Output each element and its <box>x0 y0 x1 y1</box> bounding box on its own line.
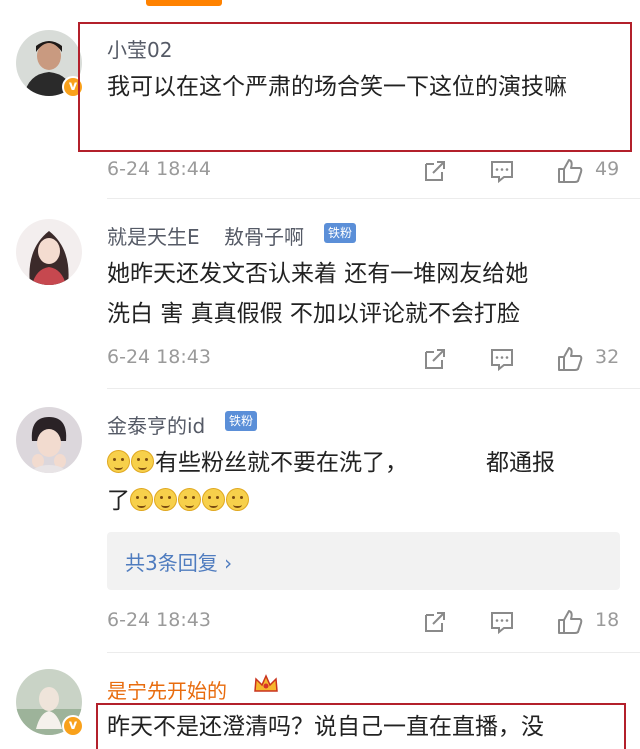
comment-text: 昨天不是还澄清吗？说自己一直在直播，没 <box>107 714 544 740</box>
emoji-icon <box>107 450 130 473</box>
comment-text-line: 洗白 害 真真假假 不加以评论就不会打脸 <box>107 301 520 327</box>
like-icon[interactable] <box>555 344 585 374</box>
comment-icon[interactable] <box>487 156 517 186</box>
comment-meta: 6-24 18:44 49 <box>107 156 622 186</box>
comment-text-line: 了 <box>107 482 622 520</box>
emoji-icon <box>131 450 154 473</box>
emoji-icon <box>130 488 153 511</box>
comment-item: v 是宁先开始的 昨天不是还澄清吗？说自己一直在直播，没 <box>0 653 640 749</box>
comment-icon[interactable] <box>487 607 517 637</box>
username[interactable]: 是宁先开始的 <box>107 675 227 704</box>
crown-icon <box>254 674 278 692</box>
username[interactable]: 就是天生E <box>107 221 200 250</box>
comment-text-tail: 都通报 <box>486 450 555 476</box>
comment-text: 了 <box>107 488 130 514</box>
divider <box>107 388 640 389</box>
timestamp: 6-24 18:43 <box>107 346 211 368</box>
view-replies-link[interactable]: 共3条回复 › <box>125 547 232 576</box>
comment-text: 有些粉丝就不要在洗了， <box>155 450 408 476</box>
replies-box[interactable]: 共3条回复 › <box>107 532 620 590</box>
like-icon[interactable] <box>555 156 585 186</box>
like-count: 49 <box>595 158 620 180</box>
share-icon[interactable] <box>420 156 450 186</box>
verified-icon: v <box>62 715 84 737</box>
fan-badge: 铁粉 <box>324 223 357 243</box>
like-count: 18 <box>595 609 620 631</box>
comment-icon[interactable] <box>487 344 517 374</box>
username[interactable]: 金泰亨的id <box>107 410 205 439</box>
username-tail[interactable]: 敖骨子啊 <box>224 221 304 250</box>
like-count: 32 <box>595 346 620 368</box>
comment-text: 我可以在这个严肃的场合笑一下这位的演技嘛 <box>107 74 567 100</box>
timestamp: 6-24 18:43 <box>107 609 211 631</box>
avatar[interactable] <box>16 219 82 285</box>
comment-text-line: 有些粉丝就不要在洗了， 都通报 <box>107 444 622 482</box>
share-icon[interactable] <box>420 607 450 637</box>
avatar[interactable] <box>16 407 82 473</box>
timestamp: 6-24 18:44 <box>107 158 211 180</box>
comment-meta: 6-24 18:43 32 <box>107 344 622 374</box>
comment-text-line: 她昨天还发文否认来着 还有一堆网友给她 <box>107 261 529 287</box>
emoji-icon <box>154 488 177 511</box>
emoji-icon <box>226 488 249 511</box>
like-icon[interactable] <box>555 607 585 637</box>
emoji-icon <box>202 488 225 511</box>
comment-meta: 6-24 18:43 18 <box>107 607 622 637</box>
username[interactable]: 小莹02 <box>107 34 172 63</box>
divider <box>107 198 640 199</box>
emoji-icon <box>178 488 201 511</box>
comment-item: 就是天生E 敖骨子啊 铁粉 她昨天还发文否认来着 还有一堆网友给她 洗白 害 真… <box>0 200 640 390</box>
fan-badge: 铁粉 <box>225 411 258 431</box>
share-icon[interactable] <box>420 344 450 374</box>
comment-item: v 小莹02 我可以在这个严肃的场合笑一下这位的演技嘛 6-24 18:44 4… <box>0 0 640 200</box>
